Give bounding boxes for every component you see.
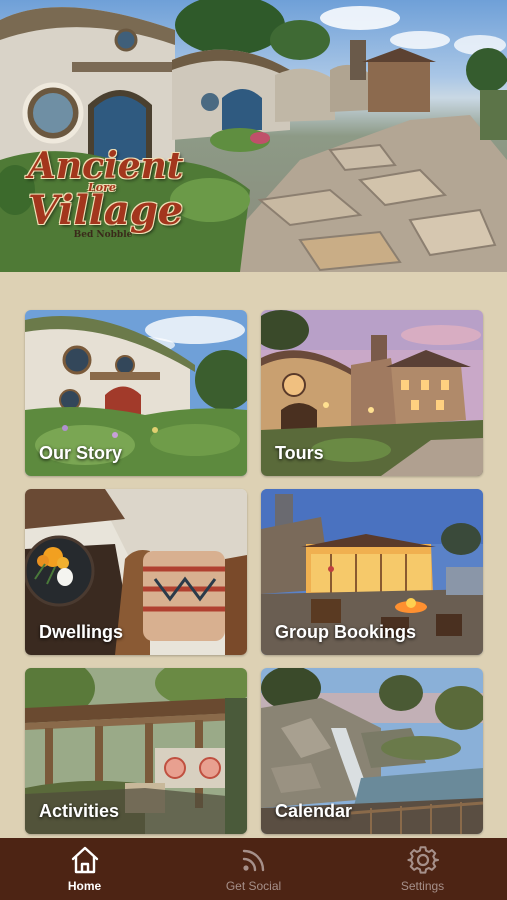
gear-icon	[406, 846, 439, 874]
tab-home[interactable]: Home	[0, 838, 169, 900]
tile-label: Activities	[39, 801, 120, 821]
tile-activities[interactable]: Activities	[25, 668, 247, 834]
rss-icon	[242, 849, 264, 872]
bottom-tab-bar: Home Get Social Settings	[0, 838, 507, 900]
tile-label: Group Bookings	[275, 622, 416, 642]
tile-dwellings[interactable]: Dwellings	[25, 489, 247, 655]
hero-banner: Ancient Lore Village Bed Nobble	[0, 0, 507, 272]
tile-tours[interactable]: Tours	[261, 310, 483, 476]
tab-settings[interactable]: Settings	[338, 838, 507, 900]
tile-group-bookings[interactable]: Group Bookings	[261, 489, 483, 655]
tile-label: Tours	[275, 443, 324, 463]
tile-label: Calendar	[275, 801, 353, 821]
tile-calendar[interactable]: Calendar	[261, 668, 483, 834]
tab-label-settings: Settings	[400, 879, 445, 893]
village-logo: Ancient Lore Village Bed Nobble	[28, 145, 184, 246]
home-icon	[71, 846, 98, 874]
tab-label-get-social: Get Social	[225, 879, 282, 893]
tile-our-story[interactable]: Our Story	[25, 310, 247, 476]
tab-label-home: Home	[67, 879, 102, 893]
tile-label: Our Story	[39, 443, 123, 463]
logo-line-1: Ancient	[28, 145, 184, 187]
tab-get-social[interactable]: Get Social	[169, 838, 338, 900]
logo-line-3: Village	[28, 187, 184, 234]
tile-label: Dwellings	[39, 622, 124, 642]
